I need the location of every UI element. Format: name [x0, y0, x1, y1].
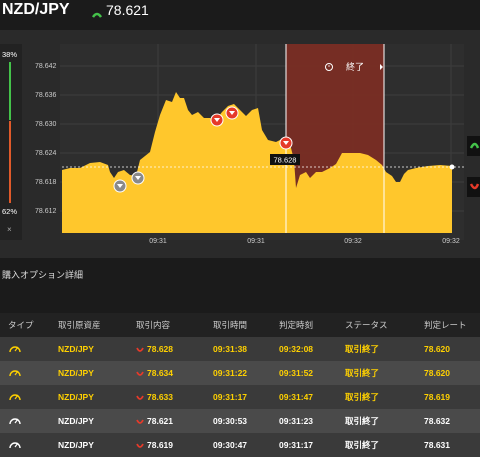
- gauge-icon: [9, 346, 21, 353]
- price-chart: 78.642 78.636 78.630 78.624 78.618 78.61…: [35, 44, 464, 245]
- trade-marker-closed: [131, 171, 145, 185]
- table-row[interactable]: NZD/JPY 78.634 09:31:22 09:31:52 取引終了 78…: [0, 361, 480, 385]
- y-tick: 78.636: [35, 92, 57, 99]
- content: 78.628: [130, 344, 207, 354]
- table-header: タイプ 取引原資産 取引内容 取引時間 判定時刻 ステータス 判定レート: [0, 313, 480, 337]
- gauge-icon: [9, 418, 21, 425]
- trade-marker-closed: [113, 179, 127, 193]
- current-price-dot: [449, 164, 455, 170]
- header: NZD/JPY 78.621: [0, 0, 480, 30]
- status: 取引終了: [345, 368, 380, 378]
- status: 取引終了: [345, 440, 380, 450]
- table-row[interactable]: NZD/JPY 78.633 09:31:17 09:31:47 取引終了 78…: [0, 385, 480, 409]
- judge-time: 09:31:52: [279, 368, 314, 378]
- asset: NZD/JPY: [58, 440, 94, 450]
- asset: NZD/JPY: [58, 392, 94, 402]
- status: 取引終了: [345, 416, 380, 426]
- col-asset: 取引原資産: [58, 320, 101, 330]
- ended-text: 終了: [346, 61, 364, 72]
- currency-pair[interactable]: NZD/JPY: [2, 1, 70, 19]
- down-arrow-icon: [136, 371, 144, 376]
- table-row[interactable]: NZD/JPY 78.621 09:30:53 09:31:23 取引終了 78…: [0, 409, 480, 433]
- down-arrow-icon: [136, 347, 144, 352]
- y-tick: 78.612: [35, 208, 57, 215]
- trade-time: 09:31:17: [213, 392, 248, 402]
- trade-marker-down: [279, 136, 293, 150]
- gauge-icon: [9, 370, 21, 377]
- current-price: 78.621: [106, 2, 149, 18]
- low-button[interactable]: [467, 177, 480, 197]
- x-tick: 09:32: [344, 238, 362, 245]
- trade-marker-down: [210, 113, 224, 127]
- asset: NZD/JPY: [58, 416, 94, 426]
- down-arrow-icon: [469, 183, 480, 190]
- y-tick: 78.624: [35, 150, 57, 157]
- judge-rate: 78.620: [424, 368, 450, 378]
- judge-rate: 78.619: [424, 392, 450, 402]
- price-tag-text: 78.628: [274, 156, 297, 165]
- price-up-icon: [91, 6, 103, 24]
- down-arrow-icon: [136, 419, 144, 424]
- x-tick: 09:31: [247, 238, 265, 245]
- options-table: タイプ 取引原資産 取引内容 取引時間 判定時刻 ステータス 判定レート NZD…: [0, 313, 480, 457]
- judge-time: 09:31:17: [279, 440, 314, 450]
- down-arrow-icon: [136, 395, 144, 400]
- judge-time: 09:32:08: [279, 344, 314, 354]
- down-arrow-icon: [136, 443, 144, 448]
- asset: NZD/JPY: [58, 368, 94, 378]
- judge-rate: 78.631: [424, 440, 450, 450]
- col-status: ステータス: [345, 320, 388, 330]
- trade-time: 09:31:38: [213, 344, 248, 354]
- x-tick: 09:31: [149, 238, 167, 245]
- y-tick: 78.618: [35, 179, 57, 186]
- col-type: タイプ: [8, 320, 34, 330]
- table-row[interactable]: NZD/JPY 78.628 09:31:38 09:32:08 取引終了 78…: [0, 337, 480, 361]
- y-tick: 78.642: [35, 63, 57, 70]
- col-time: 取引時間: [213, 320, 248, 330]
- y-tick: 78.630: [35, 121, 57, 128]
- content: 78.634: [130, 368, 207, 378]
- col-rate: 判定レート: [424, 320, 467, 330]
- trade-marker-down: [225, 106, 239, 120]
- judge-time: 09:31:23: [279, 416, 314, 426]
- col-content: 取引内容: [136, 320, 171, 330]
- high-button[interactable]: [467, 136, 480, 156]
- judge-rate: 78.632: [424, 416, 450, 426]
- content: 78.619: [130, 440, 207, 450]
- up-arrow-icon: [469, 142, 480, 149]
- gauge-icon: [9, 442, 21, 449]
- judge-rate: 78.620: [424, 344, 450, 354]
- col-judge: 判定時刻: [279, 320, 314, 330]
- judge-time: 09:31:47: [279, 392, 314, 402]
- content: 78.621: [130, 416, 207, 426]
- section-title: 購入オプション詳細: [2, 270, 84, 280]
- trade-time: 09:30:53: [213, 416, 248, 426]
- trade-time: 09:31:22: [213, 368, 248, 378]
- x-tick: 09:32: [442, 238, 460, 245]
- status: 取引終了: [345, 392, 380, 402]
- asset: NZD/JPY: [58, 344, 94, 354]
- trade-time: 09:30:47: [213, 440, 248, 450]
- status: 取引終了: [345, 344, 380, 354]
- table-row[interactable]: NZD/JPY 78.619 09:30:47 09:31:17 取引終了 78…: [0, 433, 480, 457]
- gauge-icon: [9, 394, 21, 401]
- content: 78.633: [130, 392, 207, 402]
